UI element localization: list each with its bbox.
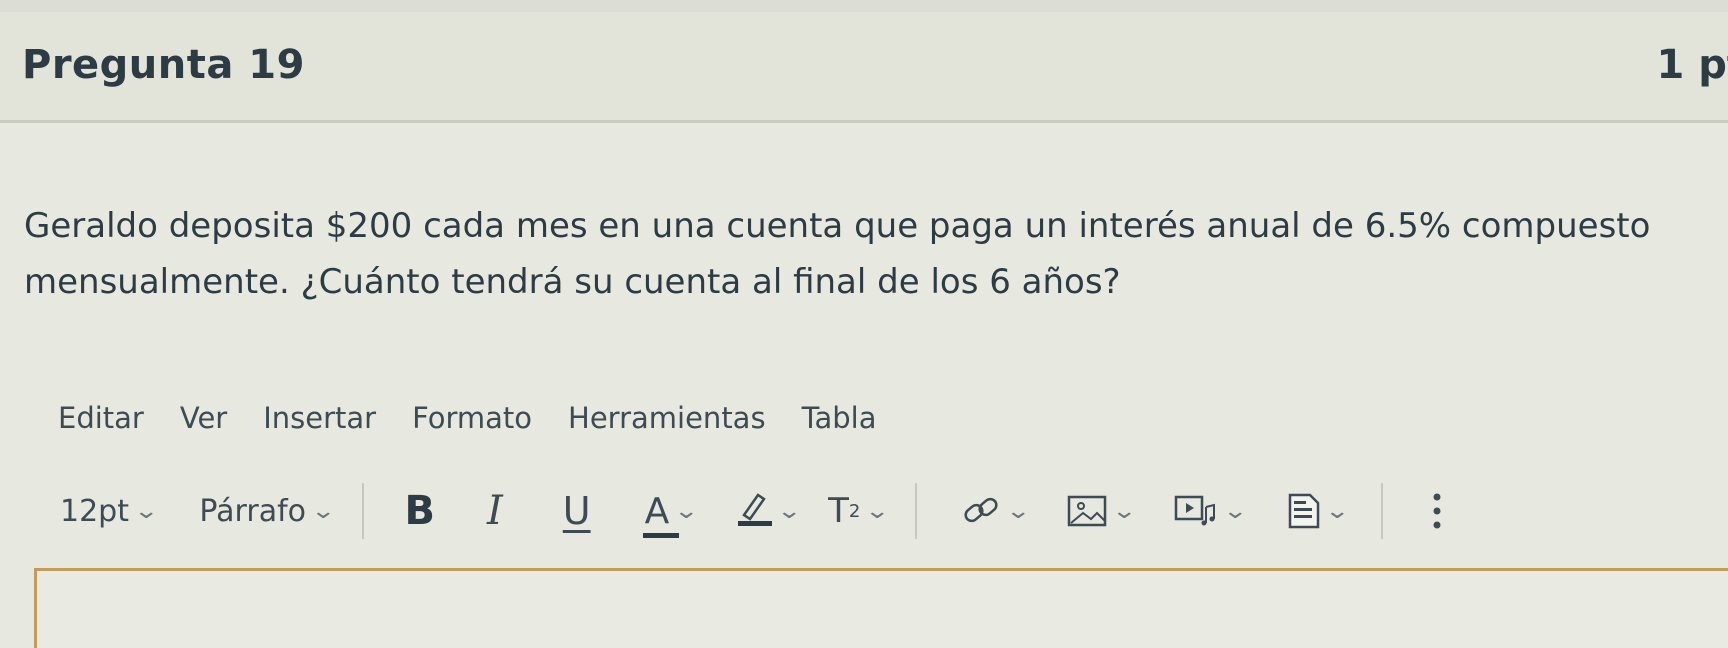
block-format-value: Párrafo <box>199 493 306 529</box>
media-button[interactable]: ⌄ <box>1174 495 1248 527</box>
question-text: Geraldo deposita $200 cada mes en una cu… <box>24 198 1684 310</box>
chevron-down-icon: ⌄ <box>1221 498 1248 524</box>
question-header: Pregunta 19 1 pt <box>0 12 1728 123</box>
menu-editar[interactable]: Editar <box>58 396 144 440</box>
menu-insertar[interactable]: Insertar <box>263 396 376 440</box>
text-color-icon: A <box>642 490 679 538</box>
document-button[interactable]: ⌄ <box>1288 493 1350 529</box>
block-format-select[interactable]: Párrafo ⌄ <box>199 493 336 529</box>
superscript-button[interactable]: T 2 ⌄ <box>828 491 890 531</box>
italic-button[interactable]: I <box>487 488 503 534</box>
more-vertical-icon[interactable] <box>1431 491 1443 531</box>
font-size-value: 12pt <box>60 493 129 529</box>
image-button[interactable]: ⌄ <box>1067 495 1137 527</box>
toolbar-separator <box>914 483 917 539</box>
menu-herramientas[interactable]: Herramientas <box>568 396 766 440</box>
bold-button[interactable]: B <box>404 488 435 534</box>
toolbar-separator <box>362 483 365 539</box>
menu-formato[interactable]: Formato <box>412 396 532 440</box>
superscript-exponent: 2 <box>848 500 861 522</box>
chevron-down-icon: ⌄ <box>1005 498 1031 524</box>
text-color-letter: A <box>644 490 670 532</box>
highlight-button[interactable]: ⌄ <box>736 487 802 535</box>
link-icon <box>964 497 998 523</box>
question-title: Pregunta 19 <box>22 42 305 88</box>
superscript-letter: T <box>828 491 849 531</box>
question-text-line-2: mensualmente. ¿Cuánto tendrá su cuenta a… <box>24 262 1121 302</box>
image-icon <box>1067 495 1107 527</box>
menu-tabla[interactable]: Tabla <box>802 396 877 440</box>
toolbar-separator <box>1380 483 1383 539</box>
text-color-bar <box>642 532 679 538</box>
top-border <box>0 0 1728 12</box>
chevron-down-icon: ⌄ <box>1111 498 1138 524</box>
link-button[interactable]: ⌄ <box>961 493 1031 529</box>
media-icon <box>1174 495 1215 526</box>
menu-ver[interactable]: Ver <box>180 396 227 440</box>
chevron-down-icon: ⌄ <box>1324 498 1351 524</box>
text-color-button[interactable]: A ⌄ <box>642 490 699 538</box>
question-text-line-1: Geraldo deposita $200 cada mes en una cu… <box>24 206 1651 246</box>
chevron-down-icon: ⌄ <box>673 498 700 524</box>
editor-menubar: Editar Ver Insertar Formato Herramientas… <box>58 396 913 440</box>
answer-editor-area[interactable] <box>34 568 1728 648</box>
underline-button[interactable]: U <box>563 489 591 533</box>
chevron-down-icon: ⌄ <box>133 498 160 524</box>
document-icon <box>1288 493 1320 529</box>
chevron-down-icon: ⌄ <box>310 498 337 524</box>
chevron-down-icon: ⌄ <box>775 498 802 524</box>
question-points: 1 pt <box>1656 42 1728 88</box>
highlight-pen-icon <box>736 487 772 535</box>
editor-toolbar: 12pt ⌄ Párrafo ⌄ B I U A ⌄ ⌄ T 2 ⌄ ⌄ ⌄ ⌄… <box>60 478 1443 544</box>
chevron-down-icon: ⌄ <box>864 498 891 524</box>
font-size-select[interactable]: 12pt ⌄ <box>60 493 159 529</box>
